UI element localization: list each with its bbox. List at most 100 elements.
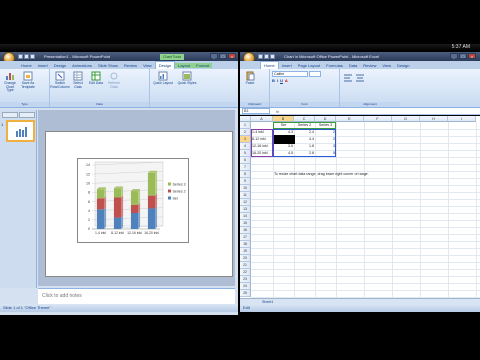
fx-icon[interactable]: fx [276,109,279,114]
change-chart-type-button[interactable]: Change Chart Type [2,71,18,93]
ppt-tab-view[interactable]: View [140,63,155,68]
row-header[interactable]: 8 [240,171,251,178]
column-header[interactable]: E [336,116,364,122]
save-as-template-button[interactable]: Save As Template [20,71,36,89]
outline-tab[interactable] [19,112,35,118]
column-header[interactable]: F [364,116,392,122]
column-header[interactable]: A [251,116,273,122]
ppt-tab-home[interactable]: Home [18,63,35,68]
quick-layout-button[interactable]: Quick Layout [152,71,174,86]
column-header[interactable]: I [448,116,476,122]
chart-object[interactable]: 0 2 4 6 8 10 12 14 1-4 inkl 8-12 inkl 12-16 inkl 16… [77,158,189,243]
minimize-icon[interactable]: _ [450,53,458,59]
ppt-tab-format[interactable]: Format [193,62,212,68]
excel-tab-review[interactable]: Review [360,63,379,68]
row-header[interactable]: 2 [240,129,251,136]
row-header[interactable]: 13 [240,206,251,213]
undo-icon[interactable] [24,54,29,59]
maximize-icon[interactable]: □ [219,53,227,59]
ppt-ribbon: Change Chart Type Save As Template Type … [0,69,238,108]
row-header[interactable]: 11 [240,192,251,199]
bar-side [155,193,158,209]
save-icon[interactable] [258,54,263,59]
switch-row-column-button[interactable]: Switch Row/Column [50,71,70,89]
name-box[interactable]: B3 [242,108,270,114]
row-header[interactable]: 14 [240,213,251,220]
row-header[interactable]: 9 [240,178,251,185]
range-outline-values[interactable] [273,129,336,157]
row-header[interactable]: 6 [240,157,251,164]
ppt-tab-slide-show[interactable]: Slide Show [95,63,121,68]
row-header[interactable]: 19 [240,248,251,255]
underline-icon[interactable]: U [280,78,283,83]
switch-icon [55,71,65,81]
ppt-tab-layout[interactable]: Layout [175,62,194,68]
excel-tab-design[interactable]: Design [394,63,412,68]
y-tick-label: 14 [86,163,90,167]
row-header[interactable]: 4 [240,143,251,150]
refresh-data-button[interactable]: Refresh Data [106,71,122,89]
alignment-icons[interactable] [342,71,372,91]
y-tick-label: 6 [88,200,90,204]
font-size-select[interactable] [309,71,321,77]
row-header[interactable]: 1 [240,122,251,129]
excel-tab-data[interactable]: Data [346,63,360,68]
row-header[interactable]: 12 [240,199,251,206]
gridline-row [251,164,480,165]
slides-tab[interactable] [2,112,18,118]
gridline-column [420,122,421,304]
excel-tab-view[interactable]: View [379,63,394,68]
excel-tab-home[interactable]: Home [260,61,279,69]
font-name-select[interactable]: Calibri [272,71,308,77]
ppt-tab-insert[interactable]: Insert [35,63,51,68]
column-header[interactable]: H [420,116,448,122]
row-header[interactable]: 22 [240,269,251,276]
excel-tab-insert[interactable]: Insert [279,63,295,68]
excel-tab-formulas[interactable]: Formulas [323,63,346,68]
row-header[interactable]: 15 [240,220,251,227]
font-color-icon[interactable]: A [285,78,288,83]
quick-styles-button[interactable]: Quick Styles [176,71,198,86]
gridline-column [448,122,449,304]
row-header[interactable]: 24 [240,283,251,290]
bar-series-2 [147,195,156,209]
select-data-button[interactable]: Select Data [70,71,86,89]
bar-ser [130,213,139,229]
save-icon[interactable] [18,54,23,59]
formula-bar: B3 fx [240,108,480,115]
row-header[interactable]: 5 [240,150,251,157]
column-header[interactable]: G [392,116,420,122]
close-icon[interactable]: × [228,53,236,59]
bar-side [138,211,141,229]
ppt-tab-animations[interactable]: Animations [69,63,95,68]
range-outline-series-names [273,122,336,129]
paste-button[interactable]: Paste [242,71,258,86]
row-header[interactable]: 25 [240,290,251,297]
excel-tab-page-layout[interactable]: Page Layout [295,63,323,68]
ppt-tab-review[interactable]: Review [121,63,140,68]
notes-pane[interactable]: Click to add notes [38,288,235,304]
row-header[interactable]: 10 [240,185,251,192]
row-header[interactable]: 23 [240,276,251,283]
close-icon[interactable]: × [468,53,476,59]
bold-icon[interactable]: B [272,78,275,83]
chart-type-icon [6,73,14,80]
slide-thumbnail[interactable] [6,120,35,142]
ppt-tab-design[interactable]: Design [154,61,176,69]
undo-icon[interactable] [264,54,269,59]
row-header[interactable]: 18 [240,241,251,248]
minimize-icon[interactable]: _ [210,53,218,59]
redo-icon[interactable] [270,54,275,59]
worksheet-grid[interactable]: A B C D E F G H I 1 2 3 4 5 6 7 8 9 10 11 12 13 14 15 16 17 18 19 20… [240,116,480,304]
row-header[interactable]: 21 [240,262,251,269]
italic-icon[interactable]: I [277,78,278,83]
redo-icon[interactable] [30,54,35,59]
row-header[interactable]: 3 [240,136,251,143]
ppt-tab-design[interactable]: Design [51,63,69,68]
row-header[interactable]: 16 [240,227,251,234]
edit-data-button[interactable]: Edit Data [88,71,104,86]
row-header[interactable]: 20 [240,255,251,262]
maximize-icon[interactable]: □ [459,53,467,59]
row-header[interactable]: 7 [240,164,251,171]
row-header[interactable]: 17 [240,234,251,241]
